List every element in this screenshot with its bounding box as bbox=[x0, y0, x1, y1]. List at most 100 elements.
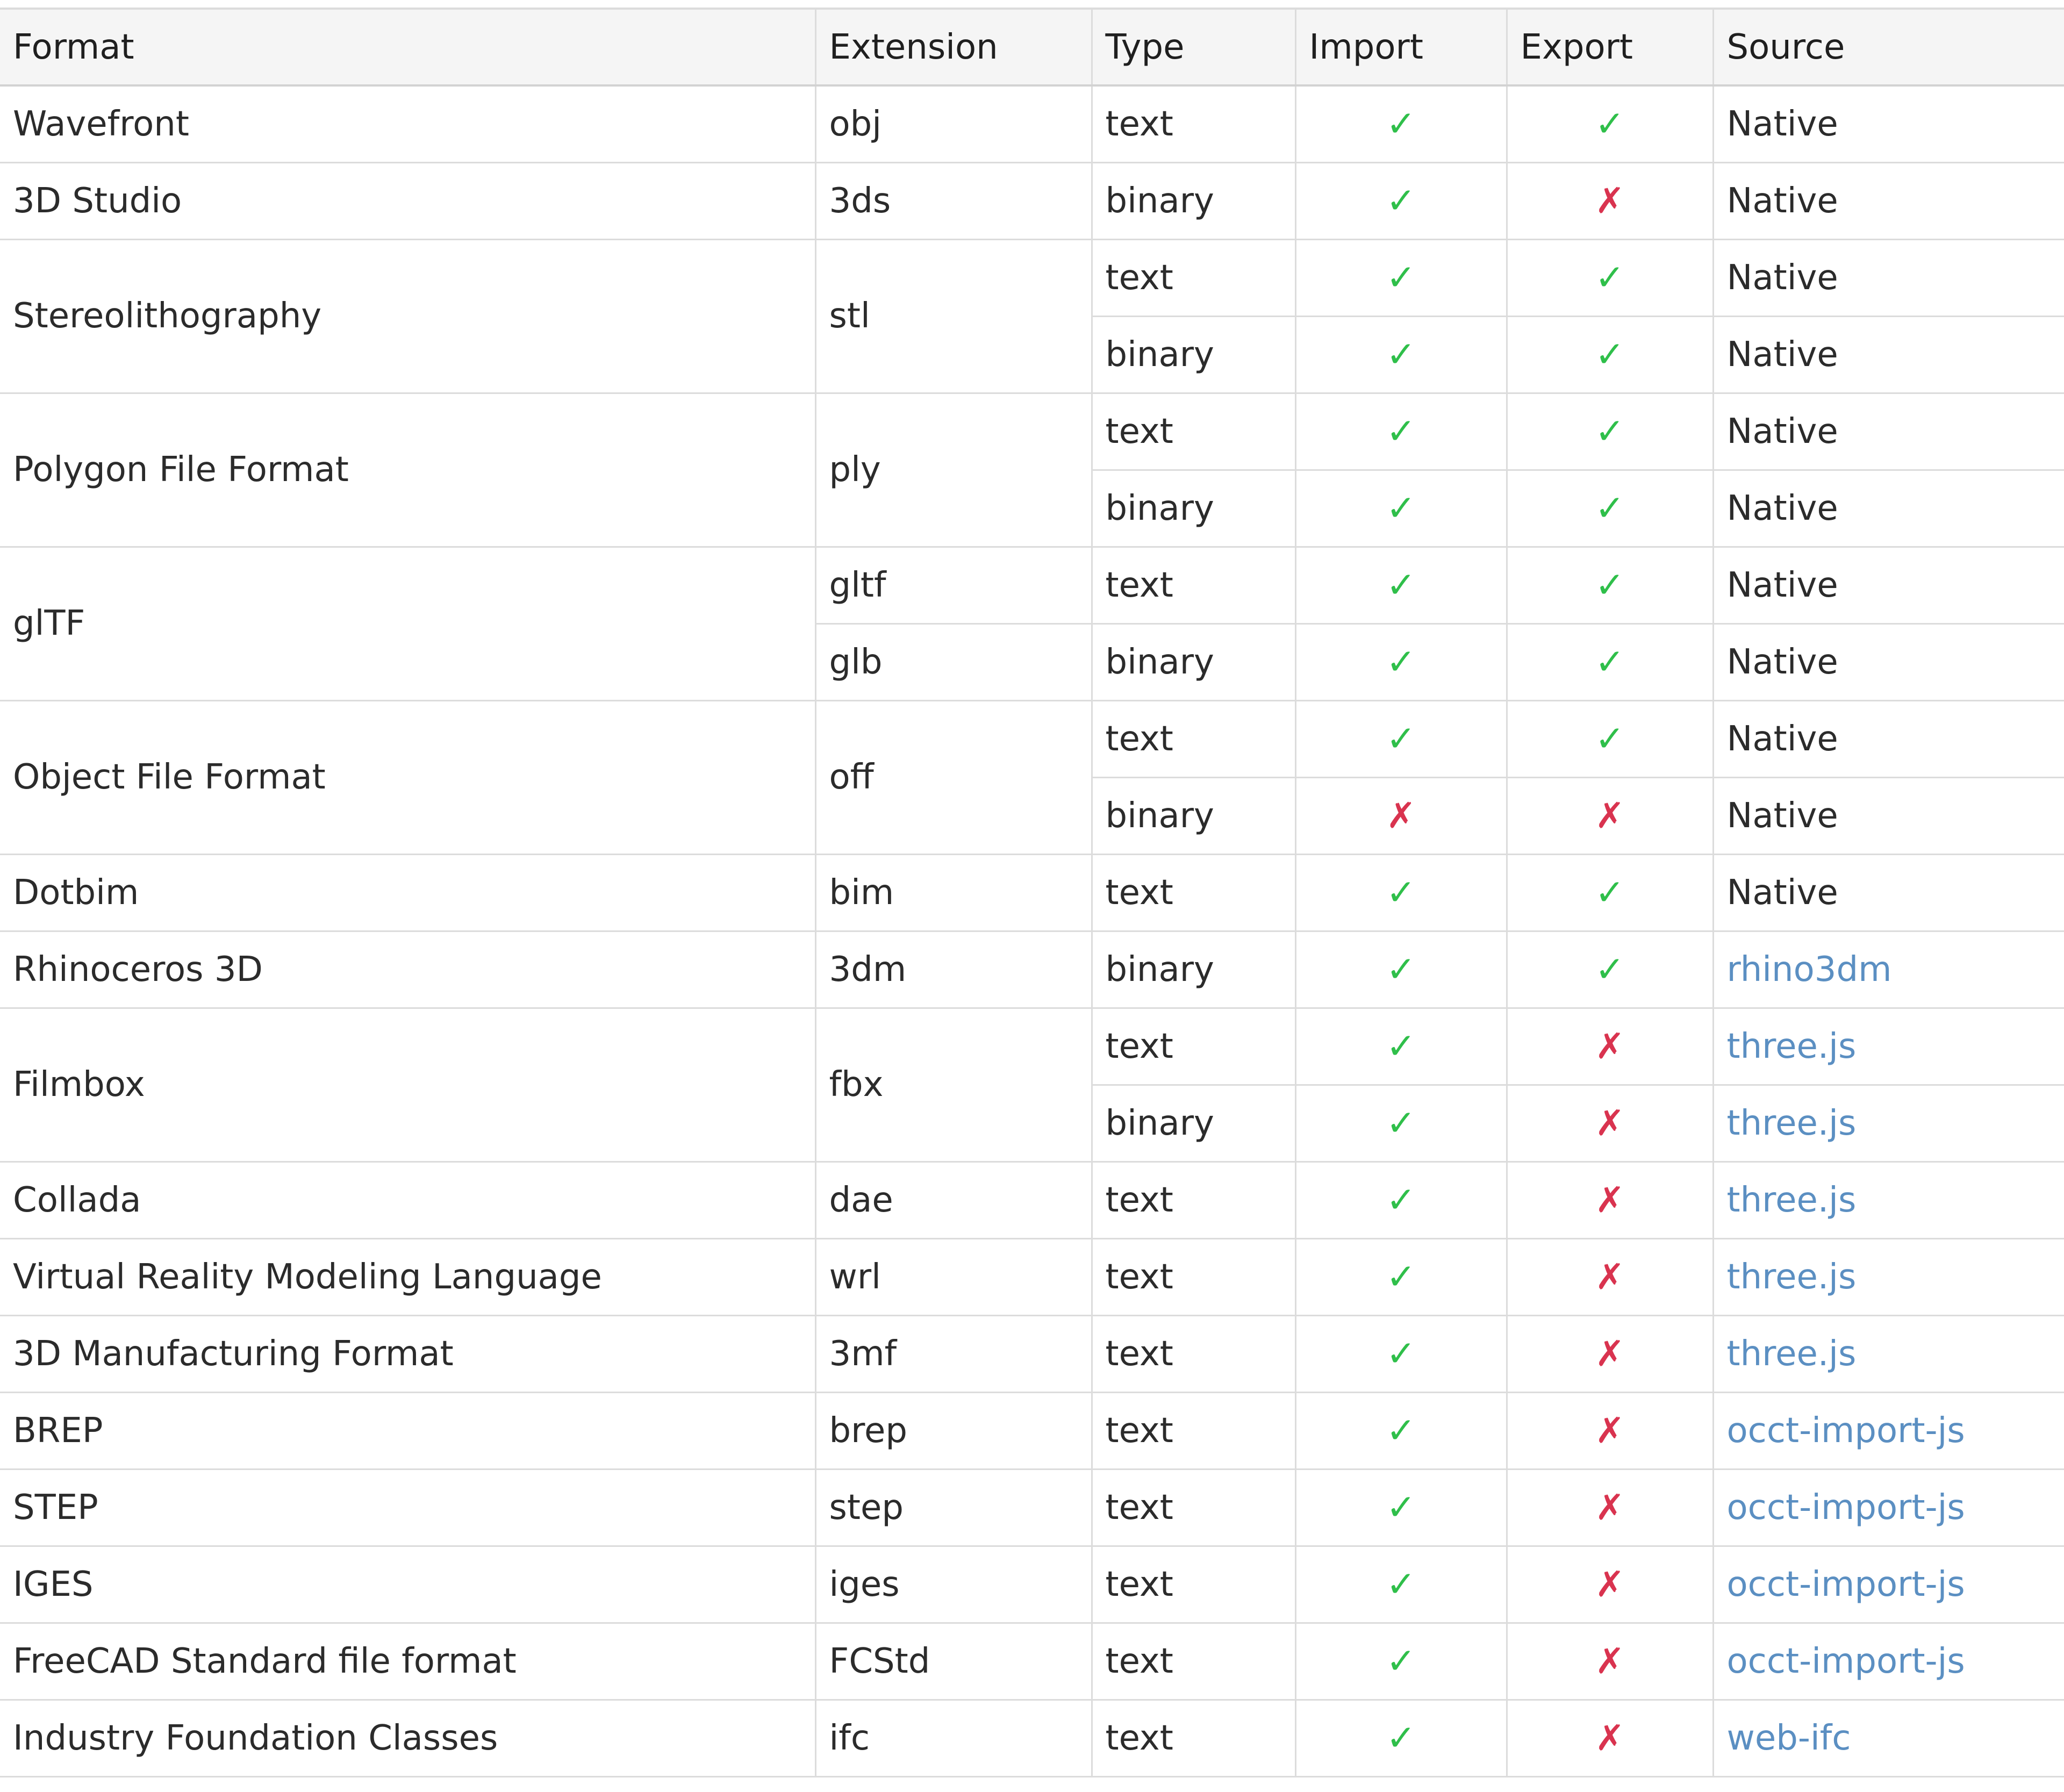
import-cell: ✓ bbox=[1294, 1084, 1508, 1163]
source-label: Native bbox=[1726, 334, 1838, 375]
source-cell: three.js bbox=[1712, 1314, 2064, 1393]
export-cell: ✓ bbox=[1506, 930, 1714, 1009]
import-cell: ✓ bbox=[1294, 315, 1508, 394]
source-link[interactable]: three.js bbox=[1727, 1027, 1857, 1066]
check-icon: ✓ bbox=[1595, 564, 1625, 606]
cross-icon: ✗ bbox=[1386, 794, 1416, 836]
source-label: Native bbox=[1726, 719, 1838, 759]
check-icon: ✓ bbox=[1595, 410, 1625, 452]
export-cell: ✗ bbox=[1506, 776, 1714, 855]
type-cell: text bbox=[1091, 853, 1296, 932]
table-row: Dotbim bim text ✓ ✓ Native bbox=[0, 853, 2064, 932]
import-cell: ✓ bbox=[1294, 853, 1508, 932]
source-cell: occt-import-js bbox=[1712, 1391, 2064, 1470]
extension-cell: stl bbox=[814, 238, 1093, 394]
check-icon: ✓ bbox=[1386, 103, 1416, 145]
extension-cell: gltf bbox=[814, 546, 1093, 625]
check-icon: ✓ bbox=[1386, 487, 1416, 529]
type-cell: text bbox=[1091, 1314, 1296, 1393]
format-name-cell: 3D Studio bbox=[0, 161, 816, 240]
table-row: 3D Manufacturing Format 3mf text ✓ ✗ three.js bbox=[0, 1314, 2064, 1393]
check-icon: ✓ bbox=[1386, 410, 1416, 452]
extension-cell: dae bbox=[814, 1160, 1093, 1239]
table-row: Rhinoceros 3D 3dm binary ✓ ✓ rhino3dm bbox=[0, 930, 2064, 1009]
check-icon: ✓ bbox=[1386, 1256, 1416, 1298]
source-label: Native bbox=[1726, 872, 1838, 913]
export-cell: ✓ bbox=[1506, 392, 1714, 471]
type-cell: binary bbox=[1092, 315, 1296, 394]
source-link[interactable]: occt-import-js bbox=[1727, 1411, 1965, 1451]
export-cell: ✓ bbox=[1506, 238, 1714, 317]
cross-icon: ✗ bbox=[1595, 1563, 1625, 1605]
import-cell: ✓ bbox=[1294, 1391, 1508, 1470]
check-icon: ✓ bbox=[1595, 103, 1625, 145]
import-cell: ✗ bbox=[1294, 776, 1508, 855]
type-cell: text bbox=[1091, 84, 1296, 163]
cross-icon: ✗ bbox=[1595, 1179, 1625, 1221]
format-name-cell: Collada bbox=[0, 1160, 816, 1239]
export-cell: ✗ bbox=[1506, 1237, 1714, 1316]
source-cell: Native bbox=[1712, 161, 2064, 240]
source-link[interactable]: occt-import-js bbox=[1727, 1642, 1965, 1681]
check-icon: ✓ bbox=[1386, 1486, 1416, 1528]
export-cell: ✓ bbox=[1506, 853, 1714, 932]
format-name-cell: Object File Format bbox=[0, 699, 816, 855]
source-link[interactable]: web-ifc bbox=[1727, 1718, 1851, 1758]
export-cell: ✗ bbox=[1506, 1314, 1714, 1393]
format-name-cell: Stereolithography bbox=[0, 238, 816, 394]
import-cell: ✓ bbox=[1294, 238, 1508, 317]
check-icon: ✓ bbox=[1386, 641, 1416, 683]
table-row: Stereolithography stl text ✓ ✓ Native bbox=[0, 238, 2064, 394]
source-link[interactable]: three.js bbox=[1727, 1103, 1857, 1143]
source-link[interactable]: three.js bbox=[1727, 1257, 1857, 1297]
export-cell: ✗ bbox=[1506, 1391, 1714, 1470]
check-icon: ✓ bbox=[1595, 487, 1625, 529]
source-link[interactable]: three.js bbox=[1727, 1180, 1857, 1220]
extension-cell: glb bbox=[815, 622, 1093, 701]
source-label: Native bbox=[1726, 411, 1838, 451]
cross-icon: ✗ bbox=[1595, 1717, 1625, 1759]
source-cell: Native bbox=[1712, 84, 2064, 163]
extension-cell: off bbox=[814, 699, 1093, 855]
import-cell: ✓ bbox=[1294, 1622, 1508, 1701]
extension-cell: bim bbox=[814, 853, 1093, 932]
type-cell: binary bbox=[1091, 161, 1296, 240]
type-cell: binary bbox=[1092, 1084, 1296, 1163]
check-icon: ✓ bbox=[1386, 718, 1416, 759]
table-row: Industry Foundation Classes ifc text ✓ ✗ web-… bbox=[0, 1698, 2064, 1777]
cross-icon: ✗ bbox=[1595, 1256, 1625, 1298]
format-name-cell: BREP bbox=[0, 1391, 816, 1470]
header-row: Format Extension Type Import Export Sour… bbox=[0, 8, 2064, 87]
source-link[interactable]: occt-import-js bbox=[1727, 1565, 1965, 1604]
type-cell: text bbox=[1091, 1622, 1296, 1701]
table-row: Filmbox fbx text ✓ ✗ three.js bbox=[0, 1007, 2064, 1163]
source-link[interactable]: three.js bbox=[1727, 1334, 1857, 1374]
source-cell: web-ifc bbox=[1712, 1698, 2064, 1777]
table-row: 3D Studio 3ds binary ✓ ✗ Native bbox=[0, 161, 2064, 240]
source-cell: Native bbox=[1712, 315, 2064, 394]
source-link[interactable]: rhino3dm bbox=[1727, 950, 1892, 990]
check-icon: ✓ bbox=[1386, 564, 1416, 606]
type-cell: text bbox=[1091, 546, 1296, 625]
format-name-cell: Wavefront bbox=[0, 84, 816, 163]
table-row: BREP brep text ✓ ✗ occt-import-js bbox=[0, 1391, 2064, 1470]
type-cell: text bbox=[1091, 1545, 1296, 1624]
source-label: Native bbox=[1726, 104, 1838, 144]
cross-icon: ✗ bbox=[1595, 1409, 1625, 1451]
type-cell: binary bbox=[1092, 469, 1296, 548]
format-name-cell: Industry Foundation Classes bbox=[0, 1698, 816, 1777]
import-cell: ✓ bbox=[1294, 1314, 1508, 1393]
type-cell: text bbox=[1091, 1007, 1296, 1086]
type-cell: text bbox=[1091, 699, 1296, 778]
table-row: Virtual Reality Modeling Language wrl text… bbox=[0, 1237, 2064, 1316]
check-icon: ✓ bbox=[1386, 180, 1416, 221]
source-label: Native bbox=[1726, 257, 1838, 298]
export-cell: ✓ bbox=[1506, 469, 1714, 548]
check-icon: ✓ bbox=[1595, 948, 1625, 990]
source-link[interactable]: occt-import-js bbox=[1727, 1488, 1965, 1528]
source-cell: rhino3dm bbox=[1712, 930, 2064, 1009]
header-type: Type bbox=[1091, 8, 1296, 87]
source-cell: occt-import-js bbox=[1712, 1468, 2064, 1547]
check-icon: ✓ bbox=[1386, 1717, 1416, 1759]
extension-cell: 3ds bbox=[814, 161, 1093, 240]
